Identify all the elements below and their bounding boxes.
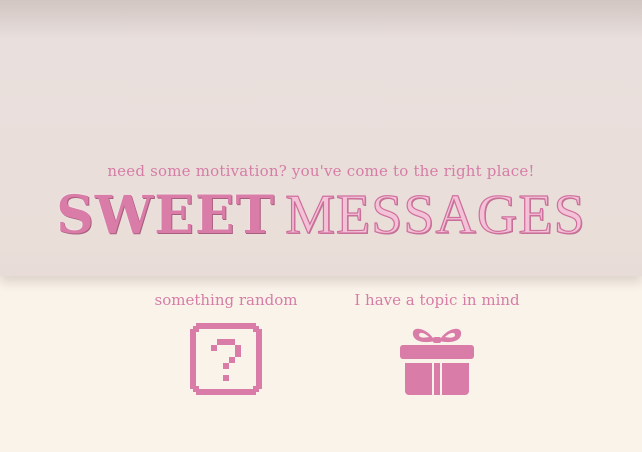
- something-random-option[interactable]: something random: [126, 290, 326, 399]
- something-random-label[interactable]: something random: [126, 290, 326, 310]
- title-sweet: SWEET: [56, 185, 276, 246]
- topic-in-mind-option[interactable]: I have a topic in mind: [337, 290, 537, 399]
- hero-banner: need some motivation? you've come to the…: [0, 0, 642, 276]
- hero-shade: [0, 0, 642, 38]
- gift-icon[interactable]: [397, 319, 477, 399]
- topic-in-mind-label[interactable]: I have a topic in mind: [337, 290, 537, 310]
- site-title: SWEET MESSAGES: [0, 183, 642, 246]
- title-messages: MESSAGES: [285, 183, 586, 246]
- tagline: need some motivation? you've come to the…: [107, 162, 535, 180]
- page: need some motivation? you've come to the…: [0, 0, 642, 452]
- question-mark-box-icon[interactable]: [186, 319, 266, 399]
